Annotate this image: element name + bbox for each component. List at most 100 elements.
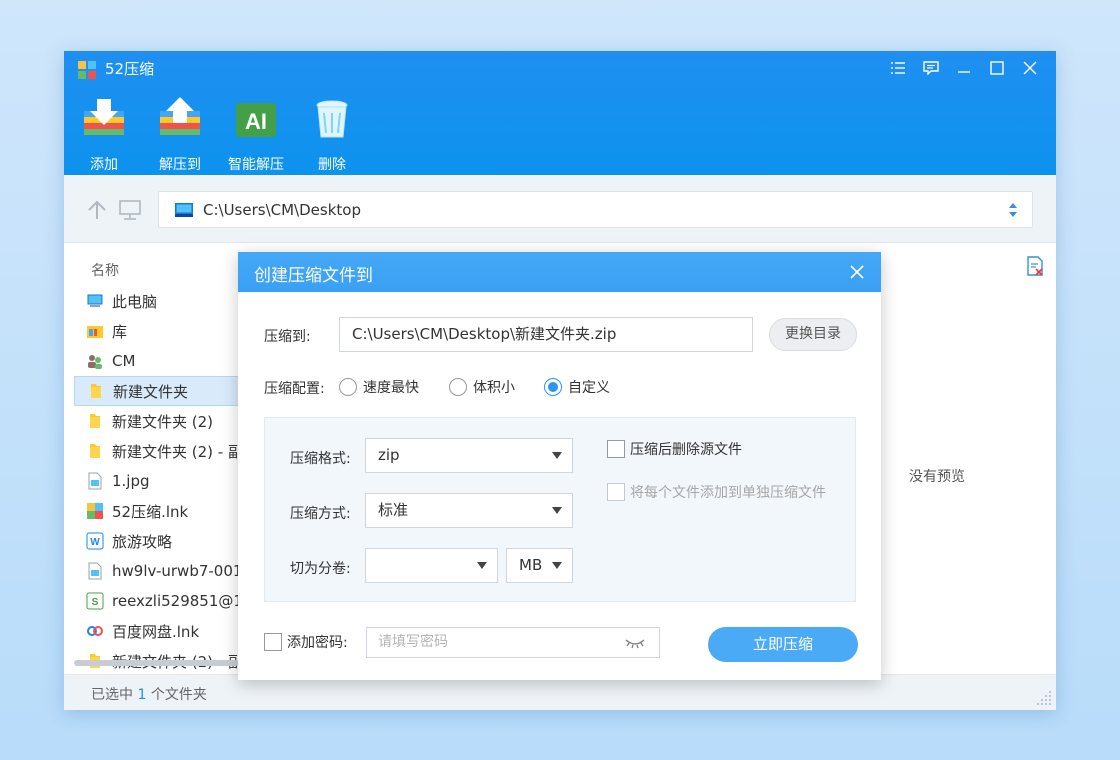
svg-text:AI: AI <box>245 109 267 134</box>
delete-source-checkbox[interactable]: 压缩后删除源文件 <box>607 439 742 459</box>
folder-icon <box>86 442 112 460</box>
config-label: 压缩配置: <box>264 381 325 397</box>
folder-icon <box>86 412 112 430</box>
file-list-item[interactable]: CM <box>74 346 244 376</box>
word-doc-icon: W <box>86 532 112 550</box>
file-name: hw9lv-urwb7-001 <box>112 562 243 580</box>
file-list-item[interactable]: Sreexzli529851@16 <box>74 586 252 616</box>
checkbox-box <box>607 483 625 501</box>
file-list-item[interactable]: 此电脑 <box>74 286 244 316</box>
file-name: 百度网盘.lnk <box>112 622 200 641</box>
status-text: 已选中 1 个文件夹 <box>91 687 207 703</box>
file-name: 新建文件夹 (2) - 副 <box>112 442 243 461</box>
file-name: 旅游攻略 <box>112 532 173 551</box>
address-bar[interactable]: C:\Users\CM\Desktop <box>158 191 1033 228</box>
checkbox-box <box>607 440 625 458</box>
file-name: 新建文件夹 <box>113 382 189 401</box>
radio-circle-fastest <box>339 378 357 396</box>
column-header-name[interactable]: 名称 <box>91 260 119 280</box>
file-list-item[interactable]: 1.jpg <box>74 466 244 496</box>
create-archive-dialog: 创建压缩文件到 压缩到: C:\Users\CM\Desktop\新建文件夹.z… <box>238 252 881 680</box>
maximize-icon[interactable] <box>980 57 1013 79</box>
extract-to-button[interactable]: 解压到 <box>142 97 218 174</box>
file-list-item[interactable]: 库 <box>74 316 244 346</box>
radio-smallest[interactable]: 体积小 <box>449 377 515 397</box>
chevron-down-icon <box>552 562 562 569</box>
add-button[interactable]: 添加 <box>66 97 142 174</box>
spreadsheet-icon: S <box>86 592 112 610</box>
format-select[interactable]: zip <box>365 438 573 473</box>
smart-extract-button[interactable]: AI 智能解压 <box>218 97 294 174</box>
add-archive-icon <box>84 99 124 135</box>
selected-count: 1 <box>137 687 147 703</box>
computer-icon <box>86 292 112 310</box>
compress-now-button[interactable]: 立即压缩 <box>708 627 858 662</box>
dialog-title: 创建压缩文件到 <box>254 266 373 286</box>
chevron-down-icon <box>552 452 562 459</box>
address-row: C:\Users\CM\Desktop <box>64 175 1056 243</box>
format-label: 压缩格式: <box>290 451 351 467</box>
up-arrow-icon[interactable] <box>86 199 108 221</box>
address-path: C:\Users\CM\Desktop <box>203 201 361 219</box>
compress-to-label: 压缩到: <box>264 329 311 345</box>
file-name: 1.jpg <box>112 472 150 490</box>
no-preview-text: 没有预览 <box>909 469 965 485</box>
user-folder-icon <box>86 352 112 370</box>
file-name: reexzli529851@16 <box>112 592 253 610</box>
close-preview-icon[interactable] <box>1026 256 1044 276</box>
extract-icon <box>160 97 200 135</box>
folder-icon <box>87 382 113 400</box>
file-list-item[interactable]: 百度网盘.lnk <box>74 616 244 646</box>
trash-icon <box>316 100 348 138</box>
image-file-icon <box>86 472 112 490</box>
library-icon <box>86 322 112 340</box>
file-list-item[interactable]: 新建文件夹 (2) <box>74 406 244 436</box>
file-list-item[interactable]: 52压缩.lnk <box>74 496 244 526</box>
file-list-item[interactable]: 新建文件夹 (2) - 副 <box>74 436 244 466</box>
computer-nav-icon[interactable] <box>118 199 142 221</box>
separate-archives-checkbox[interactable]: 将每个文件添加到单独压缩文件 <box>607 482 826 502</box>
radio-circle-smallest <box>449 378 467 396</box>
radio-fastest[interactable]: 速度最快 <box>339 377 419 397</box>
delete-button[interactable]: 删除 <box>294 97 370 174</box>
minimize-icon[interactable] <box>947 57 980 79</box>
ai-extract-icon: AI <box>236 103 276 137</box>
app-shortcut-icon <box>86 502 112 520</box>
add-password-checkbox[interactable]: 添加密码: <box>264 632 348 652</box>
file-name: 新建文件夹 (2) <box>112 412 214 431</box>
file-list-item[interactable]: W 旅游攻略 <box>74 526 244 556</box>
menu-icon[interactable] <box>881 57 914 79</box>
baidu-netdisk-icon <box>86 622 112 640</box>
method-select[interactable]: 标准 <box>365 493 573 528</box>
file-name: 52压缩.lnk <box>112 502 189 521</box>
method-label: 压缩方式: <box>290 506 351 522</box>
svg-text:W: W <box>90 537 100 548</box>
split-unit-select[interactable]: MB <box>506 548 573 583</box>
radio-custom[interactable]: 自定义 <box>544 377 610 397</box>
password-input[interactable]: 请填写密码 <box>366 627 660 658</box>
resize-grip-icon[interactable] <box>1036 690 1052 706</box>
chevron-down-icon <box>477 562 487 569</box>
feedback-icon[interactable] <box>914 57 947 79</box>
dialog-close-icon[interactable] <box>849 264 865 280</box>
app-logo-icon <box>78 61 96 79</box>
close-icon[interactable] <box>1013 57 1046 79</box>
dialog-header: 创建压缩文件到 <box>238 252 881 292</box>
change-directory-button[interactable]: 更换目录 <box>769 318 857 351</box>
custom-settings-panel: 压缩格式: zip 压缩方式: 标准 切为分卷: MB 压缩后删除源文件 将每个… <box>264 417 856 602</box>
split-label: 切为分卷: <box>290 561 351 577</box>
hide-password-icon[interactable] <box>625 637 645 649</box>
file-list-item[interactable]: 新建文件夹 <box>74 376 244 406</box>
dropdown-spinner-icon[interactable] <box>1008 202 1018 218</box>
split-size-select[interactable] <box>365 548 498 583</box>
svg-text:S: S <box>92 597 99 608</box>
checkbox-box <box>264 633 282 651</box>
title-header: 52压缩 添加 解压到 AI 智能解压 删除 <box>64 51 1056 175</box>
horizontal-scrollbar[interactable] <box>74 660 239 666</box>
compress-to-path-input[interactable]: C:\Users\CM\Desktop\新建文件夹.zip <box>339 317 753 352</box>
radio-circle-custom <box>544 378 562 396</box>
file-list-item[interactable]: hw9lv-urwb7-001 <box>74 556 244 586</box>
file-list: 此电脑库 CM 新建文件夹新建文件夹 (2) 新建文件夹 (2) - 副 1.jpg 52… <box>74 286 252 674</box>
file-name: 此电脑 <box>112 292 158 311</box>
desktop-icon <box>175 203 193 217</box>
